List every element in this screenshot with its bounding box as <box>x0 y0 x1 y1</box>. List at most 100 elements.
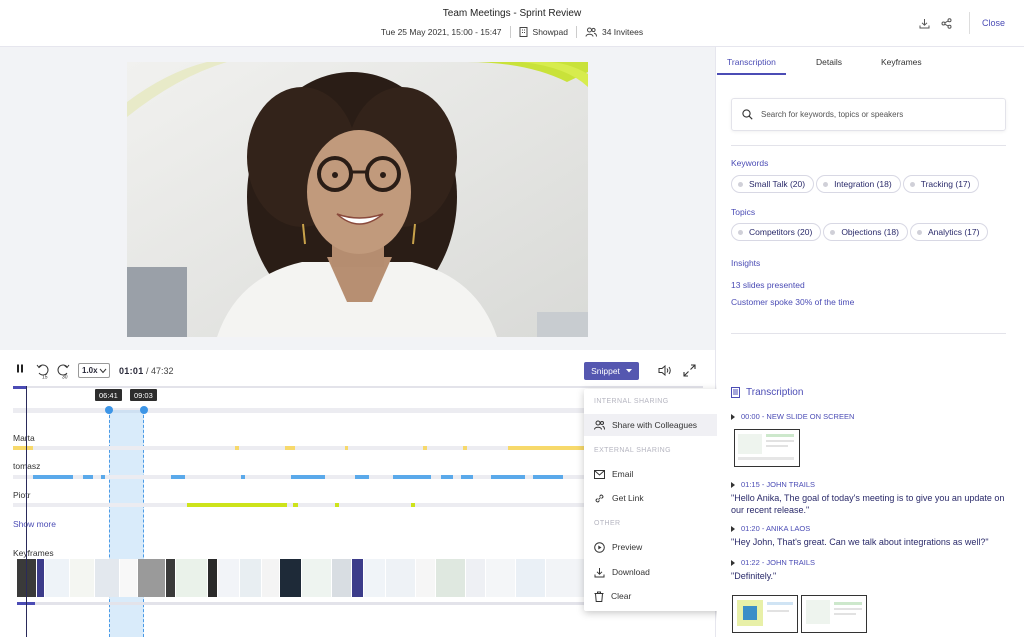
keyframe-thumb[interactable] <box>240 559 262 597</box>
topic-chip[interactable]: Competitors (20) <box>731 223 822 241</box>
keyframe-thumb[interactable] <box>262 559 280 597</box>
email-item[interactable]: Email <box>584 463 730 485</box>
company-text: Showpad <box>532 27 568 37</box>
transcript-entry-head[interactable]: 01:22 - JOHN TRAILS <box>731 558 815 567</box>
playhead[interactable] <box>26 386 27 637</box>
topics-title: Topics <box>731 207 756 217</box>
clear-item[interactable]: Clear <box>584 585 730 607</box>
keyframe-thumb[interactable] <box>218 559 240 597</box>
keyframes-label: Keyframes <box>13 548 54 558</box>
entry-head-text: 01:15 - JOHN TRAILS <box>741 480 816 489</box>
transcription-title: Transcription <box>731 387 803 398</box>
keyframe-thumb[interactable] <box>302 559 332 597</box>
keyword-chip[interactable]: Integration (18) <box>816 175 901 193</box>
fullscreen-icon[interactable] <box>683 364 696 379</box>
video-area[interactable] <box>0 47 716 350</box>
menu-item-label: Share with Colleagues <box>612 420 698 430</box>
divider <box>968 12 970 34</box>
keyword-chip[interactable]: Small Talk (20) <box>731 175 815 193</box>
transcript-entry-head[interactable]: 01:15 - JOHN TRAILS <box>731 480 815 489</box>
close-button[interactable]: Close <box>982 18 1005 28</box>
keyframe-thumb[interactable] <box>364 559 386 597</box>
selection-end-label: 09:03 <box>130 389 157 401</box>
search-box[interactable] <box>731 98 1006 131</box>
snippet-menu: INTERNAL SHARING Share with Colleagues E… <box>584 389 730 611</box>
tab-transcription[interactable]: Transcription <box>727 57 776 67</box>
right-panel: Transcription Details Keyframes Keywords… <box>717 47 1024 637</box>
colleagues-icon <box>594 420 605 430</box>
keyframe-thumb[interactable] <box>138 559 166 597</box>
slide-thumbnail[interactable] <box>801 595 867 633</box>
transcript-quote: "Definitely." <box>731 571 777 581</box>
keyframe-thumb[interactable] <box>486 559 516 597</box>
caret-right-icon <box>731 559 735 566</box>
keyframe-thumb[interactable] <box>37 559 45 597</box>
forward-label: 30 <box>62 375 68 380</box>
insights-title: Insights <box>731 258 761 268</box>
tab-keyframes[interactable]: Keyframes <box>881 57 922 67</box>
menu-item-label: Clear <box>611 591 632 601</box>
volume-icon[interactable] <box>658 364 672 378</box>
play-circle-icon <box>594 541 605 553</box>
pause-icon[interactable] <box>16 364 24 375</box>
divider <box>731 145 1006 146</box>
keyframe-thumb[interactable] <box>436 559 466 597</box>
slide-thumbnail[interactable] <box>734 429 800 467</box>
entry-head-text: 01:20 - ANIKA LAOS <box>741 524 811 533</box>
keyframe-thumb[interactable] <box>516 559 546 597</box>
current-time: 01:01 <box>119 366 144 376</box>
meeting-meta: Tue 25 May 2021, 15:00 - 15:47 Showpad 3… <box>0 26 1024 38</box>
topic-chip[interactable]: Objections (18) <box>823 223 908 241</box>
transcript-quote: "Hello Anika, The goal of today's meetin… <box>731 493 1005 515</box>
panel-tabs: Transcription Details Keyframes <box>717 47 1024 76</box>
selection-end-handle[interactable] <box>140 406 148 414</box>
keyframe-thumb[interactable] <box>332 559 352 597</box>
preview-item[interactable]: Preview <box>584 536 730 558</box>
get-link-item[interactable]: Get Link <box>584 487 730 509</box>
download-item[interactable]: Download <box>584 561 730 583</box>
keyframe-thumb[interactable] <box>95 559 120 597</box>
topic-chip[interactable]: Analytics (17) <box>909 223 989 241</box>
tab-details[interactable]: Details <box>816 57 842 67</box>
selection-start-handle[interactable] <box>105 406 113 414</box>
keyframe-thumb[interactable] <box>466 559 486 597</box>
entry-head-text: 00:00 - NEW SLIDE ON SCREEN <box>741 412 855 421</box>
download-icon[interactable] <box>915 13 935 33</box>
active-tab-indicator <box>717 73 786 75</box>
snippet-button[interactable]: Snippet <box>584 362 639 380</box>
forward-30-icon[interactable]: 30 <box>56 363 72 381</box>
meeting-datetime: Tue 25 May 2021, 15:00 - 15:47 <box>373 27 510 37</box>
topics-chips: Competitors (20) Objections (18) Analyti… <box>731 223 990 241</box>
transcript-entry-head[interactable]: 00:00 - NEW SLIDE ON SCREEN <box>731 412 854 421</box>
share-with-colleagues-item[interactable]: Share with Colleagues <box>584 414 730 436</box>
transcript-entry-head[interactable]: 01:20 - ANIKA LAOS <box>731 524 810 533</box>
keyframe-thumb[interactable] <box>17 559 37 597</box>
meeting-invitees[interactable]: 34 Invitees <box>577 27 651 37</box>
keyframe-thumb[interactable] <box>120 559 138 597</box>
show-more-link[interactable]: Show more <box>13 519 56 529</box>
document-icon <box>731 387 740 398</box>
building-icon <box>519 27 528 37</box>
keyword-chip[interactable]: Tracking (17) <box>902 175 980 193</box>
keyframe-thumb[interactable] <box>176 559 208 597</box>
rewind-15-icon[interactable]: 15 <box>36 363 52 381</box>
header-actions: Close <box>915 0 1024 46</box>
keyframe-thumb[interactable] <box>208 559 218 597</box>
insight-item[interactable]: 13 slides presented <box>731 280 805 290</box>
speed-select[interactable]: 1.0x <box>78 363 110 378</box>
share-icon[interactable] <box>937 13 957 33</box>
video-frame[interactable] <box>127 62 588 337</box>
keyframe-thumb[interactable] <box>45 559 70 597</box>
keyframe-thumb[interactable] <box>386 559 416 597</box>
rewind-label: 15 <box>42 375 48 380</box>
insight-item[interactable]: Customer spoke 30% of the time <box>731 297 854 307</box>
keyframe-thumb[interactable] <box>70 559 95 597</box>
search-input[interactable] <box>761 110 981 119</box>
progress-track[interactable] <box>13 386 703 388</box>
keyframe-thumb[interactable] <box>280 559 302 597</box>
slide-thumbnail[interactable] <box>732 595 798 633</box>
keyframe-thumb[interactable] <box>166 559 176 597</box>
keyframe-thumb[interactable] <box>416 559 436 597</box>
keyframe-thumb[interactable] <box>352 559 364 597</box>
progress-fill <box>13 386 27 389</box>
